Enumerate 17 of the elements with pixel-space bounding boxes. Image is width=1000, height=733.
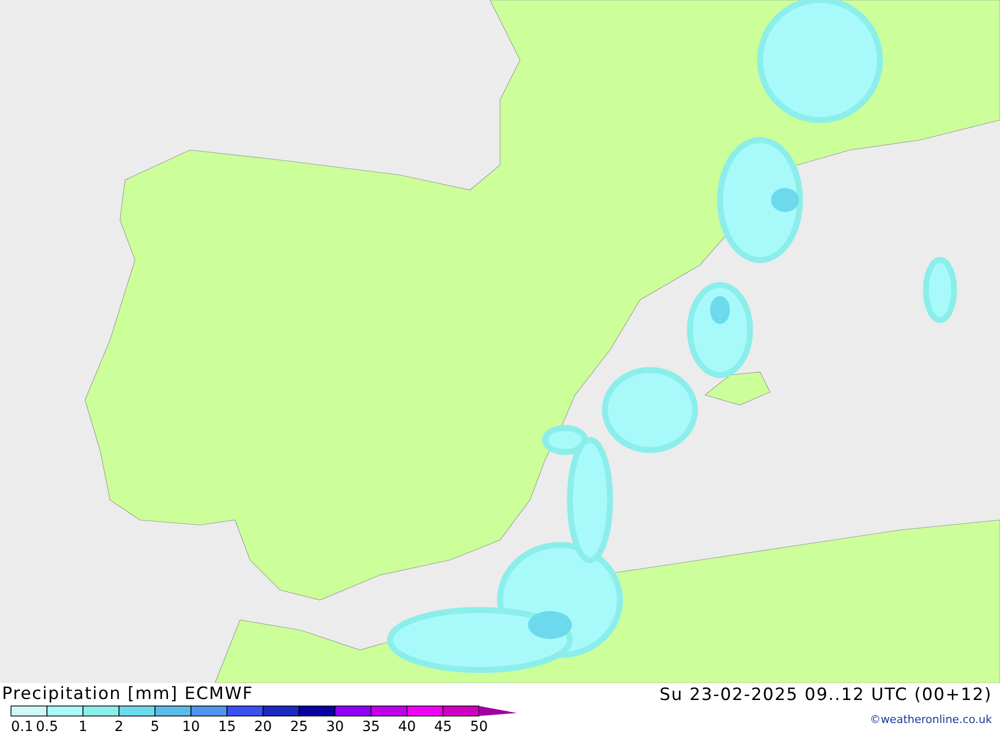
- legend-tick-label: 5: [150, 719, 160, 733]
- map-title: Precipitation [mm] ECMWF: [2, 683, 254, 705]
- legend-tick-label: 15: [218, 719, 236, 733]
- valid-time: Su 23-02-2025 09..12 UTC (00+12): [659, 684, 992, 707]
- credit-text: ©weatheronline.co.uk: [870, 713, 992, 726]
- legend-tick-label: 25: [290, 719, 308, 733]
- legend-tick-label: 40: [398, 719, 416, 733]
- legend-tick-label: 45: [434, 719, 452, 733]
- legend-tick-label: 2: [114, 719, 124, 733]
- legend-tick-label: 0.5: [36, 719, 58, 733]
- legend-tick-label: 50: [470, 719, 488, 733]
- legend-tick-label: 35: [362, 719, 380, 733]
- legend-tick-label: 30: [326, 719, 344, 733]
- legend-tick-label: 10: [182, 719, 200, 733]
- legend-tick-label: 1: [78, 719, 88, 733]
- legend-tick-label: 0.1: [11, 719, 34, 733]
- legend-tick-label: 20: [254, 719, 272, 733]
